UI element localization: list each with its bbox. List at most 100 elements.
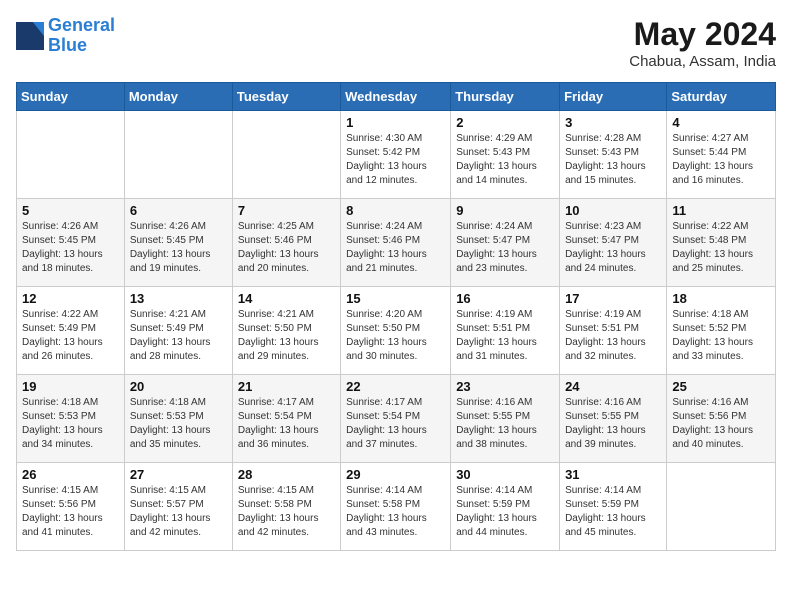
logo-text: General Blue — [48, 16, 115, 56]
day-detail: Sunrise: 4:29 AM Sunset: 5:43 PM Dayligh… — [456, 132, 554, 188]
week-row-2: 5 Sunrise: 4:26 AM Sunset: 5:45 PM Daylig… — [17, 199, 776, 287]
calendar-cell-4-6: 24Sunrise: 4:16 AM Sunset: 5:55 PM Dayli… — [560, 375, 667, 463]
calendar-cell-4-5: 23 Sunrise: 4:16 AM Sunset: 5:55 PM Dayli… — [451, 375, 560, 463]
calendar-cell-4-3: 21 Sunrise: 4:17 AM Sunset: 5:54 PM Dayli… — [232, 375, 340, 463]
day-number: 30 — [456, 467, 554, 482]
calendar-cell-5-4: 29Sunrise: 4:14 AM Sunset: 5:58 PM Dayli… — [341, 463, 451, 551]
day-number: 21 — [238, 379, 335, 394]
day-detail: Sunrise: 4:14 AM Sunset: 5:59 PM Dayligh… — [456, 484, 554, 540]
week-row-1: 1Sunrise: 4:30 AM Sunset: 5:42 PM Daylig… — [17, 111, 776, 199]
day-number: 25 — [672, 379, 770, 394]
day-detail: Sunrise: 4:24 AM Sunset: 5:47 PM Dayligh… — [456, 220, 554, 276]
day-detail: Sunrise: 4:25 AM Sunset: 5:46 PM Dayligh… — [238, 220, 335, 276]
calendar-cell-3-4: 15Sunrise: 4:20 AM Sunset: 5:50 PM Dayli… — [341, 287, 451, 375]
day-number: 7 — [238, 203, 335, 218]
day-detail: Sunrise: 4:24 AM Sunset: 5:46 PM Dayligh… — [346, 220, 445, 276]
day-detail: Sunrise: 4:14 AM Sunset: 5:58 PM Dayligh… — [346, 484, 445, 540]
calendar-cell-3-7: 18Sunrise: 4:18 AM Sunset: 5:52 PM Dayli… — [667, 287, 776, 375]
header-tuesday: Tuesday — [232, 83, 340, 111]
day-number: 8 — [346, 203, 445, 218]
day-number: 1 — [346, 115, 445, 130]
calendar-cell-2-2: 6 Sunrise: 4:26 AM Sunset: 5:45 PM Daylig… — [124, 199, 232, 287]
day-number: 19 — [22, 379, 119, 394]
calendar-cell-5-7 — [667, 463, 776, 551]
day-detail: Sunrise: 4:18 AM Sunset: 5:52 PM Dayligh… — [672, 308, 770, 364]
calendar-header-row: Sunday Monday Tuesday Wednesday Thursday… — [17, 83, 776, 111]
day-number: 10 — [565, 203, 661, 218]
header-sunday: Sunday — [17, 83, 125, 111]
calendar-cell-1-6: 3 Sunrise: 4:28 AM Sunset: 5:43 PM Daylig… — [560, 111, 667, 199]
day-number: 31 — [565, 467, 661, 482]
calendar-cell-2-1: 5 Sunrise: 4:26 AM Sunset: 5:45 PM Daylig… — [17, 199, 125, 287]
week-row-5: 26 Sunrise: 4:15 AM Sunset: 5:56 PM Dayli… — [17, 463, 776, 551]
day-number: 15 — [346, 291, 445, 306]
calendar-table: Sunday Monday Tuesday Wednesday Thursday… — [16, 82, 776, 551]
day-detail: Sunrise: 4:26 AM Sunset: 5:45 PM Dayligh… — [130, 220, 227, 276]
day-detail: Sunrise: 4:21 AM Sunset: 5:50 PM Dayligh… — [238, 308, 335, 364]
day-number: 17 — [565, 291, 661, 306]
day-detail: Sunrise: 4:15 AM Sunset: 5:56 PM Dayligh… — [22, 484, 119, 540]
calendar-cell-4-7: 25 Sunrise: 4:16 AM Sunset: 5:56 PM Dayli… — [667, 375, 776, 463]
calendar-cell-1-1 — [17, 111, 125, 199]
calendar-cell-2-3: 7 Sunrise: 4:25 AM Sunset: 5:46 PM Daylig… — [232, 199, 340, 287]
calendar-cell-3-1: 12 Sunrise: 4:22 AM Sunset: 5:49 PM Dayli… — [17, 287, 125, 375]
day-number: 24 — [565, 379, 661, 394]
day-number: 4 — [672, 115, 770, 130]
day-detail: Sunrise: 4:28 AM Sunset: 5:43 PM Dayligh… — [565, 132, 661, 188]
day-number: 16 — [456, 291, 554, 306]
calendar-cell-5-5: 30 Sunrise: 4:14 AM Sunset: 5:59 PM Dayli… — [451, 463, 560, 551]
calendar-cell-1-7: 4 Sunrise: 4:27 AM Sunset: 5:44 PM Daylig… — [667, 111, 776, 199]
calendar-cell-2-6: 10 Sunrise: 4:23 AM Sunset: 5:47 PM Dayli… — [560, 199, 667, 287]
calendar-cell-5-6: 31 Sunrise: 4:14 AM Sunset: 5:59 PM Dayli… — [560, 463, 667, 551]
day-detail: Sunrise: 4:18 AM Sunset: 5:53 PM Dayligh… — [22, 396, 119, 452]
day-detail: Sunrise: 4:16 AM Sunset: 5:55 PM Dayligh… — [456, 396, 554, 452]
logo-icon — [16, 22, 44, 50]
calendar-cell-1-3 — [232, 111, 340, 199]
calendar-cell-1-2 — [124, 111, 232, 199]
day-detail: Sunrise: 4:26 AM Sunset: 5:45 PM Dayligh… — [22, 220, 119, 276]
calendar-cell-2-5: 9Sunrise: 4:24 AM Sunset: 5:47 PM Daylig… — [451, 199, 560, 287]
day-number: 20 — [130, 379, 227, 394]
day-number: 6 — [130, 203, 227, 218]
day-number: 14 — [238, 291, 335, 306]
page-header: General Blue May 2024 Chabua, Assam, Ind… — [16, 16, 776, 70]
header-monday: Monday — [124, 83, 232, 111]
calendar-cell-3-6: 17Sunrise: 4:19 AM Sunset: 5:51 PM Dayli… — [560, 287, 667, 375]
day-number: 13 — [130, 291, 227, 306]
day-number: 26 — [22, 467, 119, 482]
day-number: 5 — [22, 203, 119, 218]
day-detail: Sunrise: 4:17 AM Sunset: 5:54 PM Dayligh… — [346, 396, 445, 452]
calendar-cell-1-4: 1Sunrise: 4:30 AM Sunset: 5:42 PM Daylig… — [341, 111, 451, 199]
title-block: May 2024 Chabua, Assam, India — [629, 16, 776, 70]
calendar-cell-3-3: 14 Sunrise: 4:21 AM Sunset: 5:50 PM Dayli… — [232, 287, 340, 375]
calendar-cell-2-7: 11Sunrise: 4:22 AM Sunset: 5:48 PM Dayli… — [667, 199, 776, 287]
day-detail: Sunrise: 4:19 AM Sunset: 5:51 PM Dayligh… — [456, 308, 554, 364]
day-detail: Sunrise: 4:14 AM Sunset: 5:59 PM Dayligh… — [565, 484, 661, 540]
logo: General Blue — [16, 16, 115, 56]
calendar-cell-4-4: 22 Sunrise: 4:17 AM Sunset: 5:54 PM Dayli… — [341, 375, 451, 463]
calendar-cell-5-3: 28Sunrise: 4:15 AM Sunset: 5:58 PM Dayli… — [232, 463, 340, 551]
month-year-title: May 2024 — [629, 16, 776, 53]
location-subtitle: Chabua, Assam, India — [629, 53, 776, 70]
calendar-cell-4-1: 19 Sunrise: 4:18 AM Sunset: 5:53 PM Dayli… — [17, 375, 125, 463]
day-detail: Sunrise: 4:18 AM Sunset: 5:53 PM Dayligh… — [130, 396, 227, 452]
day-number: 22 — [346, 379, 445, 394]
day-number: 3 — [565, 115, 661, 130]
day-detail: Sunrise: 4:16 AM Sunset: 5:56 PM Dayligh… — [672, 396, 770, 452]
calendar-cell-5-1: 26 Sunrise: 4:15 AM Sunset: 5:56 PM Dayli… — [17, 463, 125, 551]
day-number: 11 — [672, 203, 770, 218]
calendar-cell-3-2: 13Sunrise: 4:21 AM Sunset: 5:49 PM Dayli… — [124, 287, 232, 375]
day-number: 12 — [22, 291, 119, 306]
day-detail: Sunrise: 4:23 AM Sunset: 5:47 PM Dayligh… — [565, 220, 661, 276]
day-detail: Sunrise: 4:17 AM Sunset: 5:54 PM Dayligh… — [238, 396, 335, 452]
header-thursday: Thursday — [451, 83, 560, 111]
week-row-3: 12 Sunrise: 4:22 AM Sunset: 5:49 PM Dayli… — [17, 287, 776, 375]
day-number: 2 — [456, 115, 554, 130]
day-detail: Sunrise: 4:22 AM Sunset: 5:49 PM Dayligh… — [22, 308, 119, 364]
day-number: 23 — [456, 379, 554, 394]
calendar-cell-5-2: 27Sunrise: 4:15 AM Sunset: 5:57 PM Dayli… — [124, 463, 232, 551]
calendar-cell-4-2: 20 Sunrise: 4:18 AM Sunset: 5:53 PM Dayli… — [124, 375, 232, 463]
day-detail: Sunrise: 4:15 AM Sunset: 5:58 PM Dayligh… — [238, 484, 335, 540]
day-detail: Sunrise: 4:15 AM Sunset: 5:57 PM Dayligh… — [130, 484, 227, 540]
day-detail: Sunrise: 4:27 AM Sunset: 5:44 PM Dayligh… — [672, 132, 770, 188]
